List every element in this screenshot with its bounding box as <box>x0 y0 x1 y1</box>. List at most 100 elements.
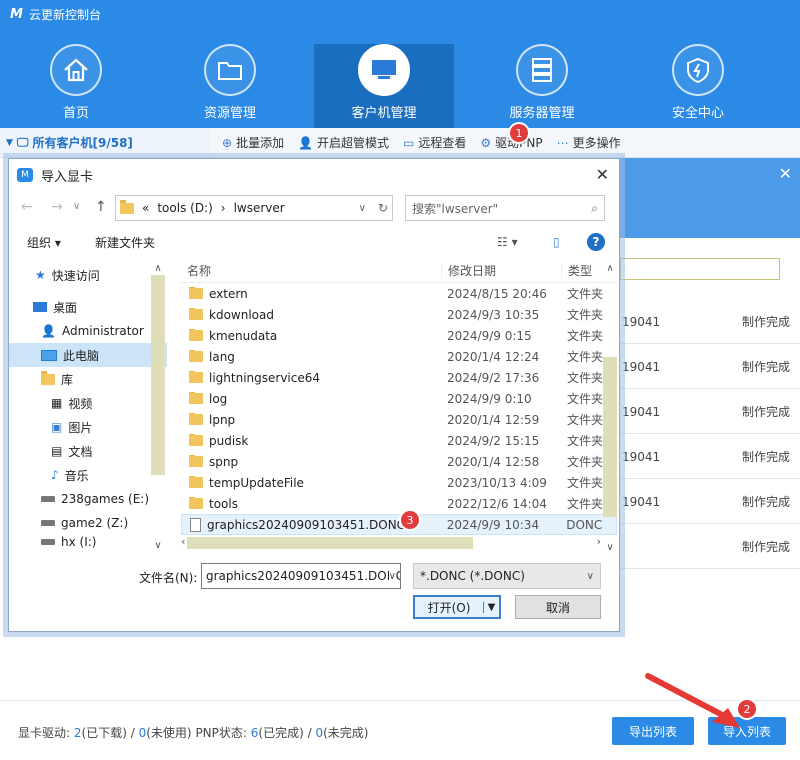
nav-security[interactable]: 安全中心 <box>628 44 768 128</box>
column-modified[interactable]: 修改日期 <box>441 262 561 279</box>
file-row[interactable]: tempUpdateFile 2023/10/13 4:09 文件夹 <box>181 472 617 493</box>
scroll-up-icon[interactable]: ∧ <box>151 263 165 275</box>
file-name: lpnp <box>209 412 236 427</box>
nav-drive-i[interactable]: hx (I:) <box>9 535 167 549</box>
nav-library[interactable]: 库 <box>9 367 167 391</box>
open-dropdown-icon[interactable]: ▼ <box>483 601 499 613</box>
nav-administrator[interactable]: 👤 Administrator <box>9 319 167 343</box>
all-clients-tree-header[interactable]: ▼ 🖵 所有客户机[9/58] <box>0 128 210 158</box>
scroll-left-icon[interactable]: ‹ <box>181 535 185 548</box>
super-mode-button[interactable]: 👤 开启超管模式 <box>298 134 389 151</box>
file-list: 名称 修改日期 类型 extern 2024/8/15 20:46 文件夹 kdow… <box>181 259 617 555</box>
file-row[interactable]: lpnp 2020/1/4 12:59 文件夹 <box>181 409 617 430</box>
nav-drive-e[interactable]: 238games (E:) <box>9 487 167 511</box>
folder-icon <box>189 370 203 383</box>
refresh-icon[interactable]: ↻ <box>378 201 388 215</box>
table-row[interactable]: 19041 制作完成 <box>620 345 800 389</box>
view-options-icon[interactable]: ☷ ▾ <box>497 235 518 249</box>
separator: / <box>307 726 312 740</box>
file-row[interactable]: log 2024/9/9 0:10 文件夹 <box>181 388 617 409</box>
scroll-right-icon[interactable]: › <box>597 535 601 548</box>
nav-item-label: 快速访问 <box>51 268 100 283</box>
search-input[interactable]: 搜索"lwserver" ⌕ <box>405 195 605 221</box>
file-row[interactable]: spnp 2020/1/4 12:58 文件夹 <box>181 451 617 472</box>
close-icon[interactable]: ✕ <box>779 164 792 183</box>
more-ops-button[interactable]: ⋯ 更多操作 <box>557 134 621 151</box>
file-row[interactable]: extern 2024/8/15 20:46 文件夹 <box>181 283 617 304</box>
nav-music[interactable]: ♪ 音乐 <box>9 463 167 487</box>
step-badge-1: 1 <box>510 124 528 142</box>
chevron-down-icon[interactable]: ∨ <box>388 570 396 582</box>
open-button[interactable]: 打开(O) ▼ <box>413 595 501 619</box>
organize-menu[interactable]: 组织 ▾ <box>27 234 61 251</box>
cancel-button[interactable]: 取消 <box>515 595 601 619</box>
nav-scrollbar[interactable]: ∧ ∨ <box>151 263 165 551</box>
batch-add-label: 批量添加 <box>236 136 285 150</box>
nav-resources[interactable]: 资源管理 <box>160 44 300 128</box>
row-code: 19041 <box>622 314 661 329</box>
back-arrow-icon[interactable]: ← <box>21 199 33 215</box>
remote-view-button[interactable]: ▭ 远程查看 <box>403 134 466 151</box>
nav-quick-access[interactable]: ★ 快速访问 <box>9 263 167 287</box>
nav-desktop[interactable]: 桌面 <box>9 295 167 319</box>
preview-pane-icon[interactable]: ▯ <box>553 235 560 249</box>
nav-clients[interactable]: 客户机管理 <box>314 44 454 128</box>
path-folder[interactable]: lwserver <box>234 201 285 215</box>
new-folder-button[interactable]: 新建文件夹 <box>95 234 155 251</box>
path-drive[interactable]: tools (D:) <box>157 201 212 215</box>
recent-dropdown-icon[interactable]: ∨ <box>73 201 80 212</box>
folder-icon <box>189 286 203 299</box>
chevron-down-icon[interactable]: ∨ <box>359 203 366 214</box>
table-row[interactable]: 制作完成 <box>620 525 800 569</box>
scroll-thumb[interactable] <box>151 275 165 475</box>
nav-servers[interactable]: 服务器管理 <box>472 44 612 128</box>
filetype-value: *.DONC (*.DONC) <box>420 569 525 583</box>
command-bar: 组织 ▾ 新建文件夹 ☷ ▾ ▯ ? <box>9 225 619 259</box>
app-logo: M <box>10 7 23 22</box>
nav-documents[interactable]: ▤ 文档 <box>9 439 167 463</box>
file-row[interactable]: kdownload 2024/9/3 10:35 文件夹 <box>181 304 617 325</box>
folder-icon <box>189 328 203 341</box>
file-list-scrollbar[interactable]: ∧ ∨ <box>603 263 617 553</box>
up-arrow-icon[interactable]: ↑ <box>95 199 107 215</box>
scroll-down-icon[interactable]: ∨ <box>151 540 165 551</box>
file-row[interactable]: pudisk 2024/9/2 15:15 文件夹 <box>181 430 617 451</box>
column-name[interactable]: 名称 <box>181 262 441 279</box>
file-row[interactable]: tools 2022/12/6 14:04 文件夹 <box>181 493 617 514</box>
file-date: 2024/9/2 17:36 <box>447 370 540 385</box>
file-row[interactable]: lightningservice64 2024/9/2 17:36 文件夹 <box>181 367 617 388</box>
app-icon: M <box>17 168 33 182</box>
table-row[interactable]: 19041 制作完成 <box>620 390 800 434</box>
address-bar[interactable]: « tools (D:) › lwserver ∨ ↻ <box>115 195 393 221</box>
scroll-thumb[interactable] <box>187 537 473 549</box>
folder-icon <box>120 199 134 214</box>
close-icon[interactable]: ✕ <box>596 165 609 184</box>
nav-this-pc[interactable]: 此电脑 <box>9 343 167 367</box>
file-list-hscrollbar[interactable]: ‹ › <box>181 535 601 551</box>
nav-item-label: 视频 <box>68 396 93 411</box>
scroll-up-icon[interactable]: ∧ <box>603 263 617 275</box>
batch-add-button[interactable]: ⊕ 批量添加 <box>222 134 284 151</box>
all-clients-label: 所有客户机[9/58] <box>32 136 133 150</box>
background-input[interactable] <box>620 258 780 280</box>
table-row[interactable]: 19041 制作完成 <box>620 480 800 524</box>
nav-home[interactable]: 首页 <box>6 44 146 128</box>
forward-arrow-icon[interactable]: → <box>51 199 63 215</box>
filetype-select[interactable]: *.DONC (*.DONC) ∨ <box>413 563 601 589</box>
undone-count: 0 <box>315 726 324 740</box>
drive-icon <box>41 539 55 545</box>
server-icon <box>516 44 568 96</box>
file-row-selected[interactable]: graphics20240909103451.DONC 2024/9/9 10:3… <box>181 514 617 535</box>
nav-videos[interactable]: ▦ 视频 <box>9 391 167 415</box>
filename-input[interactable]: graphics20240909103451.DONC ∨ <box>201 563 401 589</box>
nav-label: 首页 <box>62 106 89 121</box>
table-row[interactable]: 19041 制作完成 <box>620 300 800 344</box>
scroll-thumb[interactable] <box>603 357 617 517</box>
file-row[interactable]: kmenudata 2024/9/9 0:15 文件夹 <box>181 325 617 346</box>
help-icon[interactable]: ? <box>587 233 605 251</box>
file-row[interactable]: lang 2020/1/4 12:24 文件夹 <box>181 346 617 367</box>
table-row[interactable]: 19041 制作完成 <box>620 435 800 479</box>
nav-pictures[interactable]: ▣ 图片 <box>9 415 167 439</box>
nav-drive-z[interactable]: game2 (Z:) <box>9 511 167 535</box>
scroll-down-icon[interactable]: ∨ <box>603 542 617 553</box>
